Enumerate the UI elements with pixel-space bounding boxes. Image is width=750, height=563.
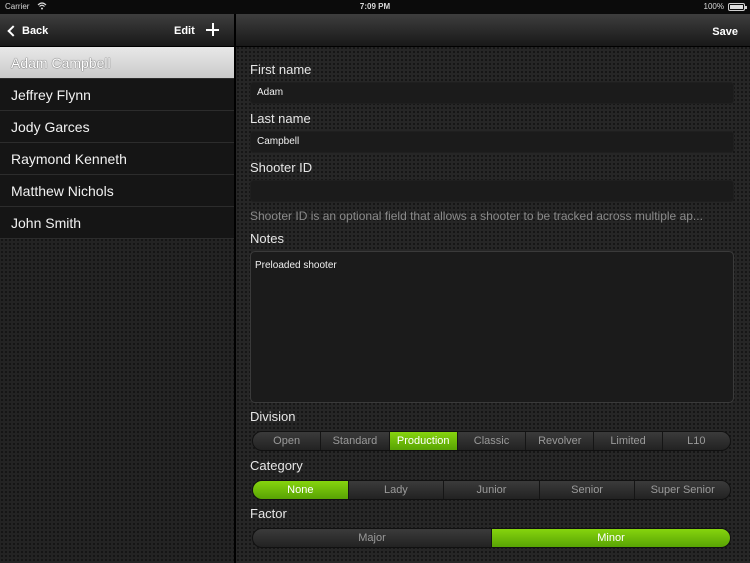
division-option-open[interactable]: Open — [253, 432, 322, 450]
division-option-l10[interactable]: L10 — [663, 432, 730, 450]
category-option-super-senior[interactable]: Super Senior — [635, 481, 730, 499]
division-option-production[interactable]: Production — [389, 432, 458, 450]
edit-button[interactable]: Edit — [174, 25, 195, 37]
save-button[interactable]: Save — [712, 26, 738, 38]
back-button[interactable]: Back — [6, 22, 48, 40]
category-option-none[interactable]: None — [253, 481, 349, 499]
list-item[interactable]: Raymond Kenneth — [0, 143, 234, 175]
category-label: Category — [250, 458, 303, 473]
factor-option-major[interactable]: Major — [253, 529, 492, 547]
notes-label: Notes — [250, 231, 284, 246]
category-option-lady[interactable]: Lady — [349, 481, 445, 499]
category-option-junior[interactable]: Junior — [444, 481, 540, 499]
list-item[interactable]: Matthew Nichols — [0, 175, 234, 207]
shooter-id-help-text: Shooter ID is an optional field that all… — [250, 209, 703, 223]
battery-percent: 100% — [703, 2, 724, 11]
factor-segmented-control: Major Minor — [252, 528, 731, 548]
division-option-revolver[interactable]: Revolver — [526, 432, 595, 450]
list-item[interactable]: Adam Campbell — [0, 47, 234, 79]
shooter-detail-pane: Save First name Adam Last name Campbell … — [236, 14, 750, 563]
factor-label: Factor — [250, 506, 287, 521]
list-item[interactable]: Jody Garces — [0, 111, 234, 143]
first-name-label: First name — [250, 62, 312, 77]
category-option-senior[interactable]: Senior — [540, 481, 636, 499]
last-name-field[interactable]: Campbell — [250, 131, 734, 153]
last-name-label: Last name — [250, 111, 311, 126]
left-navigation-bar: Back Edit — [0, 14, 234, 47]
battery-icon — [728, 3, 747, 11]
notes-textarea[interactable]: Preloaded shooter — [250, 251, 734, 403]
shooter-id-label: Shooter ID — [250, 160, 313, 175]
factor-option-minor[interactable]: Minor — [492, 529, 730, 547]
division-segmented-control: Open Standard Production Classic Revolve… — [252, 431, 731, 451]
shooter-list-pane: Back Edit Adam Campbell Jeffrey Flynn Jo… — [0, 14, 234, 563]
shooter-list: Adam Campbell Jeffrey Flynn Jody Garces … — [0, 47, 234, 239]
first-name-field[interactable]: Adam — [250, 82, 734, 104]
division-option-classic[interactable]: Classic — [458, 432, 527, 450]
category-segmented-control: None Lady Junior Senior Super Senior — [252, 480, 731, 500]
shooter-id-field[interactable] — [250, 180, 734, 202]
division-option-standard[interactable]: Standard — [321, 432, 390, 450]
list-item[interactable]: Jeffrey Flynn — [0, 79, 234, 111]
division-label: Division — [250, 409, 296, 424]
list-item[interactable]: John Smith — [0, 207, 234, 239]
status-time: 7:09 PM — [359, 2, 391, 11]
status-bar: Carrier 7:09 PM 100% — [0, 0, 750, 14]
chevron-left-icon — [7, 25, 19, 37]
back-button-label: Back — [22, 25, 49, 37]
plus-icon[interactable] — [206, 23, 219, 36]
right-navigation-bar: Save — [236, 14, 750, 47]
division-option-limited[interactable]: Limited — [594, 432, 663, 450]
